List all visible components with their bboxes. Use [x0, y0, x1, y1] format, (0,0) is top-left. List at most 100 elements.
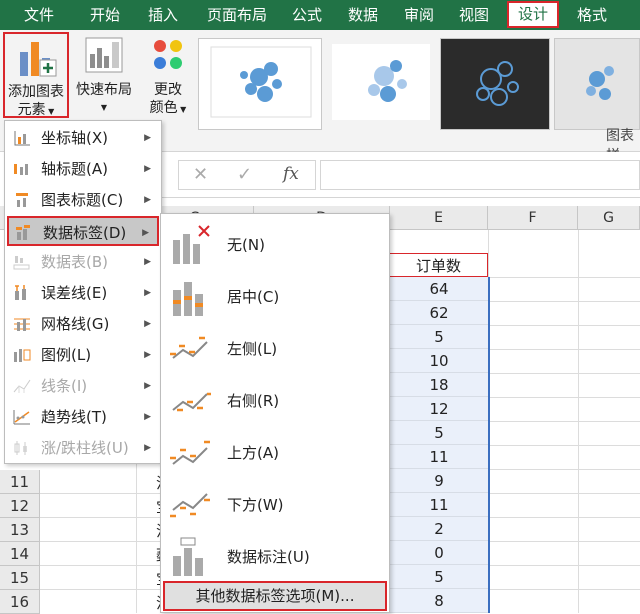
- tab-format[interactable]: 格式: [566, 0, 618, 30]
- menu-item-chart-title[interactable]: 图表标题(C) ▶: [7, 185, 159, 215]
- data-labels-icon: [16, 225, 30, 240]
- column-header-e[interactable]: E: [390, 206, 488, 230]
- above-icon: [170, 440, 210, 465]
- menu-item-label: 图表标题(C): [41, 191, 124, 209]
- table-cell[interactable]: 9: [390, 469, 488, 493]
- table-cell[interactable]: 5: [390, 325, 488, 349]
- axis-title-icon: [14, 164, 28, 175]
- tab-design[interactable]: 设计: [507, 1, 559, 28]
- menu-item-trendline[interactable]: 趋势线(T) ▶: [7, 402, 159, 432]
- lines-icon: [13, 379, 31, 393]
- data-labels-submenu: 无(N) 居中(C) 左侧(L) 右侧(R) 上方(A) 下方(W) 数据标注(…: [160, 213, 390, 613]
- submenu-arrow-icon: ▶: [144, 195, 151, 205]
- chart-style-1[interactable]: [198, 38, 322, 130]
- gridline: [488, 469, 640, 470]
- row-header-11[interactable]: 11: [0, 470, 40, 494]
- menu-item-label: 趋势线(T): [41, 408, 107, 426]
- none-icon: [173, 225, 210, 264]
- bubble-chart-thumbnail-icon: [476, 61, 519, 106]
- row-header-12[interactable]: 12: [0, 494, 40, 518]
- table-cell[interactable]: 11: [390, 445, 488, 469]
- right-icon: [172, 392, 211, 412]
- column-header-g[interactable]: G: [578, 206, 640, 230]
- enter-icon[interactable]: ✓: [237, 164, 252, 185]
- submenu-arrow-icon: ▶: [144, 381, 151, 391]
- row-header-16[interactable]: 16: [0, 590, 40, 614]
- tab-insert[interactable]: 插入: [140, 0, 186, 30]
- legend-icon: [14, 349, 31, 362]
- table-cell[interactable]: 12: [390, 397, 488, 421]
- tab-home[interactable]: 开始: [80, 0, 130, 30]
- tab-page-layout[interactable]: 页面布局: [196, 0, 278, 30]
- gridlines-icon: [14, 318, 30, 331]
- table-cell[interactable]: 0: [390, 541, 488, 565]
- formula-bar: ✕ ✓ fx: [160, 152, 640, 198]
- submenu-item-center[interactable]: 居中(C): [167, 272, 383, 322]
- chart-style-4[interactable]: [554, 38, 640, 130]
- tab-formulas[interactable]: 公式: [284, 0, 330, 30]
- submenu-arrow-icon: ▶: [144, 288, 151, 298]
- data-callout-icon: [173, 537, 203, 576]
- below-icon: [170, 493, 210, 518]
- submenu-arrow-icon: ▶: [144, 443, 151, 453]
- submenu-item-below[interactable]: 下方(W): [167, 480, 383, 530]
- table-header-orders[interactable]: 订单数: [390, 253, 488, 277]
- table-cell[interactable]: 64: [390, 277, 488, 301]
- gridline: [488, 373, 640, 374]
- row-header-15[interactable]: 15: [0, 566, 40, 590]
- tab-data[interactable]: 数据: [338, 0, 388, 30]
- cancel-icon[interactable]: ✕: [193, 164, 208, 185]
- submenu-arrow-icon: ▶: [144, 319, 151, 329]
- column-header-f[interactable]: F: [488, 206, 578, 230]
- table-cell[interactable]: 5: [390, 565, 488, 589]
- row-header-14[interactable]: 14: [0, 542, 40, 566]
- submenu-arrow-icon: ▶: [144, 133, 151, 143]
- menu-item-error-bars[interactable]: 误差线(E) ▶: [7, 278, 159, 308]
- formula-input[interactable]: [320, 160, 640, 190]
- left-icon: [170, 336, 208, 359]
- gridline: [488, 325, 640, 326]
- submenu-item-above[interactable]: 上方(A): [167, 428, 383, 478]
- add-chart-element-button[interactable]: 添加图表 元素 ▼: [3, 32, 69, 118]
- dropdown-caret-icon: ▼: [177, 105, 187, 114]
- gridline: [488, 277, 640, 278]
- table-cell[interactable]: 5: [390, 421, 488, 445]
- more-data-label-options-button[interactable]: 其他数据标签选项(M)...: [163, 581, 387, 611]
- table-cell[interactable]: 10: [390, 349, 488, 373]
- submenu-item-label: 下方(W): [227, 496, 284, 514]
- table-cell[interactable]: 8: [390, 589, 488, 613]
- chart-style-2[interactable]: [326, 38, 436, 130]
- table-cell[interactable]: 62: [390, 301, 488, 325]
- menu-item-up-down-bars[interactable]: 涨/跌柱线(U) ▶: [7, 433, 159, 463]
- error-bars-icon: [15, 285, 26, 300]
- menu-item-gridlines[interactable]: 网格线(G) ▶: [7, 309, 159, 339]
- tab-file[interactable]: 文件: [10, 0, 68, 30]
- change-colors-button[interactable]: 更改 颜色 ▼: [141, 34, 195, 120]
- submenu-item-right[interactable]: 右侧(R): [167, 376, 383, 426]
- menu-item-label: 数据表(B): [41, 253, 108, 271]
- quick-layout-button[interactable]: 快速布局 ▼: [72, 34, 136, 120]
- table-cell[interactable]: 18: [390, 373, 488, 397]
- menu-item-axes[interactable]: 坐标轴(X) ▶: [7, 123, 159, 153]
- bubble-chart-thumbnail-icon: [586, 66, 614, 100]
- submenu-item-none[interactable]: 无(N): [167, 220, 383, 270]
- menu-item-lines[interactable]: 线条(I) ▶: [7, 371, 159, 401]
- insert-function-button[interactable]: fx: [283, 164, 299, 184]
- quick-layout-icon: [85, 37, 123, 73]
- menu-item-label: 线条(I): [41, 377, 88, 395]
- tab-view[interactable]: 视图: [450, 0, 498, 30]
- menu-item-data-table[interactable]: 数据表(B) ▶: [7, 247, 159, 277]
- menu-item-data-labels[interactable]: 数据标签(D) ▶: [7, 216, 159, 246]
- submenu-item-data-callout[interactable]: 数据标注(U): [167, 532, 383, 582]
- submenu-arrow-icon: ▶: [142, 228, 149, 238]
- menu-item-legend[interactable]: 图例(L) ▶: [7, 340, 159, 370]
- chart-style-3[interactable]: [440, 38, 550, 130]
- formula-controls: ✕ ✓ fx: [178, 160, 316, 190]
- submenu-item-left[interactable]: 左侧(L): [167, 324, 383, 374]
- tab-review[interactable]: 审阅: [396, 0, 442, 30]
- table-cell[interactable]: 2: [390, 517, 488, 541]
- submenu-item-label: 上方(A): [227, 444, 279, 462]
- row-header-13[interactable]: 13: [0, 518, 40, 542]
- table-cell[interactable]: 11: [390, 493, 488, 517]
- menu-item-axis-titles[interactable]: 轴标题(A) ▶: [7, 154, 159, 184]
